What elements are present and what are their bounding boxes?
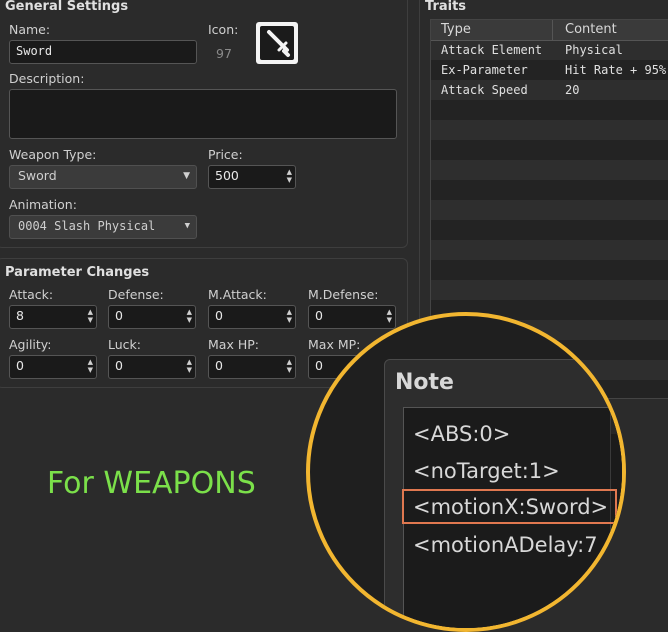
param-label: Agility: (9, 337, 52, 352)
weapon-type-label: Weapon Type: (9, 147, 97, 162)
param-label: Max HP: (208, 337, 259, 352)
note-line: <motionADelay:7 (413, 533, 598, 557)
weapon-type-value: Sword (18, 168, 57, 183)
general-settings-title: General Settings (5, 0, 129, 14)
note-line: <ABS:0> (413, 422, 511, 446)
icon-label: Icon: (208, 22, 239, 37)
up-down-arrows-icon[interactable]: ▲▼ (187, 308, 192, 324)
trait-content: Hit Rate + 95% (565, 63, 667, 77)
description-field[interactable] (9, 89, 397, 139)
traits-header: Type Content (431, 20, 668, 41)
table-row[interactable]: Ex-Parameter Hit Rate + 95% (431, 61, 668, 81)
up-down-arrows-icon[interactable]: ▲▼ (88, 308, 93, 324)
note-line: <noTarget:1> (413, 459, 560, 483)
param-label: M.Defense: (308, 287, 379, 302)
param-value: 0 (215, 358, 223, 373)
animation-select[interactable]: 0004 Slash Physical ▼ (9, 215, 197, 239)
up-down-arrows-icon[interactable]: ▲▼ (287, 308, 292, 324)
param-value: 0 (215, 308, 223, 323)
param-value: 8 (16, 308, 24, 323)
param-label: Luck: (108, 337, 141, 352)
parameter-changes-title: Parameter Changes (5, 265, 150, 280)
table-row[interactable]: Attack Speed 20 (431, 81, 668, 101)
icon-index: 97 (216, 46, 232, 61)
note-title: Note (395, 370, 454, 395)
param-value: 0 (115, 358, 123, 373)
traits-title: Traits (425, 0, 467, 14)
traits-col-content: Content (565, 22, 617, 37)
param-stepper[interactable]: 0 ▲▼ (9, 355, 97, 379)
price-value: 500 (215, 168, 239, 183)
param-stepper[interactable]: 0 ▲▼ (208, 305, 296, 329)
up-down-arrows-icon[interactable]: ▲▼ (88, 358, 93, 374)
traits-col-type: Type (441, 22, 471, 37)
param-label: Defense: (108, 287, 164, 302)
animation-value: 0004 Slash Physical (18, 219, 156, 233)
up-down-arrows-icon[interactable]: ▲▼ (287, 358, 292, 374)
table-row[interactable]: Attack Element Physical (431, 41, 668, 61)
price-label: Price: (208, 147, 243, 162)
trait-type: Ex-Parameter (441, 63, 528, 77)
weapon-icon-button[interactable] (256, 22, 298, 64)
price-stepper[interactable]: 500 ▲ ▼ (208, 165, 296, 189)
up-down-arrows-icon[interactable]: ▲▼ (287, 168, 292, 184)
trait-content: Physical (565, 43, 623, 57)
traits-col-divider (552, 20, 553, 40)
trait-type: Attack Speed (441, 83, 528, 97)
name-field[interactable]: Sword (9, 40, 197, 64)
param-stepper[interactable]: 0 ▲▼ (108, 355, 196, 379)
sword-icon (260, 26, 294, 60)
caption-text: For WEAPONS (47, 466, 256, 501)
param-value: 0 (16, 358, 24, 373)
description-label: Description: (9, 71, 85, 86)
name-label: Name: (9, 22, 51, 37)
param-stepper[interactable]: 0 ▲▼ (108, 305, 196, 329)
param-stepper[interactable]: 0 ▲▼ (208, 355, 296, 379)
weapon-type-select[interactable]: Sword ▼ (9, 165, 197, 189)
note-field-header-strip (611, 408, 622, 434)
param-stepper[interactable]: 8 ▲ ▼ (9, 305, 97, 329)
param-label: M.Attack: (208, 287, 267, 302)
trait-type: Attack Element (441, 43, 543, 57)
animation-label: Animation: (9, 197, 77, 212)
chevron-down-icon: ▼ (183, 171, 190, 181)
param-value: 0 (115, 308, 123, 323)
trait-content: 20 (565, 83, 580, 97)
chevron-down-icon: ▼ (184, 221, 190, 231)
note-line: <motionX:Sword> (413, 495, 609, 519)
magnifier-lens: Note <ABS:0> <noTarget:1> <motionX:Sword> <… (306, 312, 626, 632)
up-down-arrows-icon[interactable]: ▲▼ (187, 358, 192, 374)
param-label: Attack: (9, 287, 54, 302)
